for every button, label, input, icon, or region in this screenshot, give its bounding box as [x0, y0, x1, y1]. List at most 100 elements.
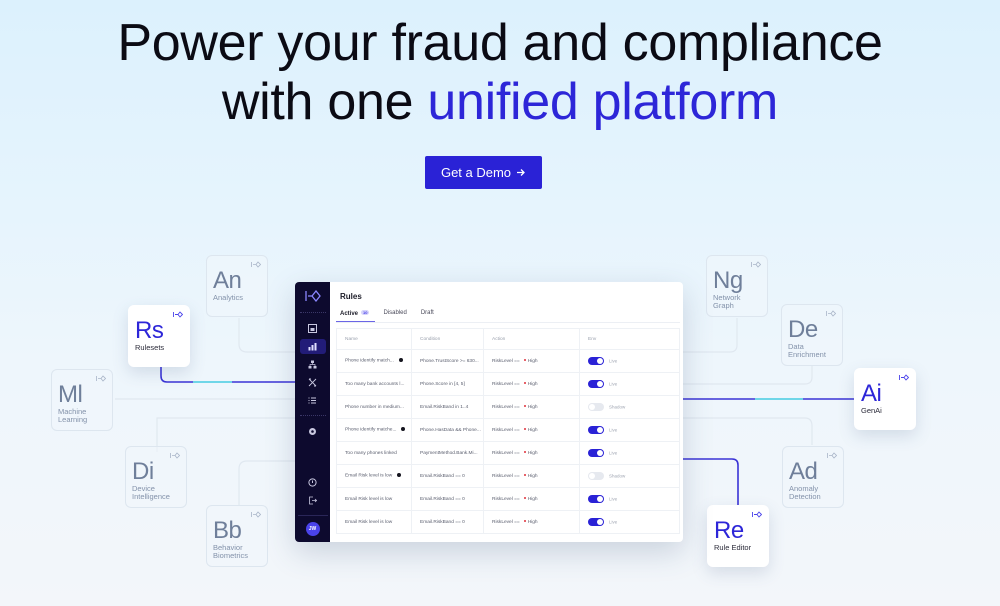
get-a-demo-label: Get a Demo	[440, 165, 512, 180]
env-toggle[interactable]	[588, 380, 604, 388]
status-dot-icon	[397, 473, 402, 478]
risk-high-dot-icon	[523, 497, 526, 500]
tools-icon	[308, 378, 317, 387]
tile-label: Rulesets	[135, 343, 165, 352]
tile-rule-editor[interactable]: Re Rule Editor	[707, 505, 769, 567]
connector-rule-editor	[683, 458, 739, 505]
get-a-demo-button[interactable]: Get a Demo	[425, 156, 542, 189]
tile-network-graph[interactable]: Ng Network Graph	[706, 255, 768, 317]
arrow-diamond-icon	[96, 375, 106, 382]
table-row[interactable]: Phone number in medium... Email.RiskBand …	[336, 395, 680, 419]
user-avatar[interactable]: JW	[305, 522, 320, 536]
env-toggle[interactable]	[588, 472, 604, 480]
rule-condition: Phone.HasData && Phone...	[411, 418, 484, 442]
risk-level: High	[527, 381, 538, 387]
tile-symbol: Rs	[135, 317, 164, 344]
column-header-name[interactable]: Name	[336, 328, 412, 350]
tile-data-enrichment[interactable]: De Data Enrichment	[781, 304, 843, 366]
env-toggle[interactable]	[588, 495, 604, 503]
rule-action: RiskLevel ==	[492, 519, 520, 525]
risk-level: High	[527, 404, 538, 410]
sidebar-divider	[299, 415, 326, 416]
rule-action-cell: RiskLevel == High	[483, 487, 580, 511]
tile-label: Behavior Biometrics	[213, 543, 249, 560]
tile-symbol: An	[213, 267, 242, 294]
rules-app-window: JW Rules Active 10 Disabled Draft Name Co…	[295, 282, 683, 542]
env-label: Live	[609, 450, 618, 456]
rule-condition: Phone.Score in [4, 5]	[411, 372, 484, 396]
rule-condition: Email.RiskBand == 0	[411, 487, 484, 511]
tile-symbol: Ng	[713, 267, 743, 294]
table-row[interactable]: Email Risk level is low Email.RiskBand ==…	[336, 510, 680, 534]
table-row[interactable]: Too many phones linked PaymentMethod.Bank…	[336, 441, 680, 465]
sidebar-divider	[297, 515, 328, 516]
tile-symbol: Di	[132, 458, 154, 485]
rule-condition: Email.RiskBand == 0	[411, 510, 484, 534]
tile-label: GenAi	[861, 406, 882, 415]
env-toggle[interactable]	[588, 449, 604, 457]
env-toggle[interactable]	[588, 426, 604, 434]
tab-disabled[interactable]: Disabled	[383, 310, 406, 322]
tile-label: Device Intelligence	[132, 484, 170, 501]
rule-name-cell: Too many phones linked	[336, 441, 412, 465]
sidebar-item-analytics[interactable]	[299, 339, 326, 354]
env-toggle[interactable]	[588, 403, 604, 411]
rule-name: Phone identify match...	[345, 358, 394, 364]
tab-draft[interactable]: Draft	[421, 310, 434, 322]
sidebar-item-dashboard[interactable]	[300, 321, 326, 336]
tile-behavior-biometrics[interactable]: Bb Behavior Biometrics	[206, 505, 268, 567]
status-dot-icon	[401, 427, 406, 432]
risk-level: High	[527, 473, 538, 479]
arrow-diamond-icon	[251, 511, 261, 518]
sidebar-item-network[interactable]	[300, 357, 326, 372]
env-label: Live	[609, 496, 618, 502]
risk-high-dot-icon	[523, 474, 526, 477]
sidebar-item-settings[interactable]	[300, 424, 326, 439]
page-title: Rules	[340, 292, 362, 301]
arrow-diamond-icon	[173, 311, 183, 318]
sidebar-item-logout[interactable]	[300, 493, 326, 508]
table-row[interactable]: Phone identify match... Phone.TrustScore …	[336, 349, 680, 373]
sidebar-item-lists[interactable]	[300, 393, 326, 408]
sidebar-item-help[interactable]	[300, 475, 326, 490]
rule-name-cell: Email Risk level is low	[336, 510, 412, 534]
tab-label: Disabled	[383, 310, 407, 316]
app-main: Rules Active 10 Disabled Draft Name Condi…	[330, 282, 683, 542]
sidebar-item-tools[interactable]	[300, 375, 326, 390]
tile-analytics[interactable]: An Analytics	[206, 255, 268, 317]
tile-device-intelligence[interactable]: Di Device Intelligence	[125, 446, 187, 508]
tile-label: Rule Editor	[714, 543, 752, 552]
tab-active[interactable]: Active 10	[335, 310, 377, 322]
column-header-env[interactable]: Env	[579, 328, 680, 350]
rule-name-cell: Email Risk level is low	[336, 464, 412, 488]
rule-env-cell: Live	[579, 441, 680, 465]
tile-label: Anomaly Detection	[789, 484, 821, 501]
tile-label: Network Graph	[713, 293, 741, 310]
sidebar-divider	[299, 312, 326, 313]
settings-icon	[309, 428, 316, 435]
rule-name: Email Risk level is low	[345, 519, 393, 525]
tile-anomaly-detection[interactable]: Ad Anomaly Detection	[782, 446, 844, 508]
arrow-diamond-icon	[751, 261, 761, 268]
env-label: Live	[609, 381, 618, 387]
risk-high-dot-icon	[523, 520, 526, 523]
rule-action: RiskLevel ==	[492, 450, 520, 456]
tile-rulesets[interactable]: Rs Rulesets	[128, 305, 190, 367]
risk-high-dot-icon	[523, 405, 526, 408]
table-row[interactable]: Email Risk level is low Email.RiskBand ==…	[336, 487, 680, 511]
table-row[interactable]: Too many bank accounts l... Phone.Score i…	[336, 372, 680, 396]
rule-action: RiskLevel ==	[492, 381, 520, 387]
column-header-condition[interactable]: Condition	[411, 328, 484, 350]
table-row[interactable]: Phone identify matche... Phone.HasData &&…	[336, 418, 680, 442]
tile-machine-learning[interactable]: Ml Machine Learning	[51, 369, 113, 431]
env-toggle[interactable]	[588, 357, 604, 365]
rules-table: Name Condition Action Env Phone identify…	[336, 328, 680, 534]
risk-high-dot-icon	[523, 382, 526, 385]
tab-label: Draft	[420, 310, 434, 316]
env-toggle[interactable]	[588, 518, 604, 526]
tile-genai[interactable]: Ai GenAi	[854, 368, 916, 430]
table-header-row: Name Condition Action Env	[336, 328, 680, 350]
connector-rulesets	[160, 367, 296, 383]
column-header-action[interactable]: Action	[483, 328, 580, 350]
table-row[interactable]: Email Risk level is low Email.RiskBand ==…	[336, 464, 680, 488]
